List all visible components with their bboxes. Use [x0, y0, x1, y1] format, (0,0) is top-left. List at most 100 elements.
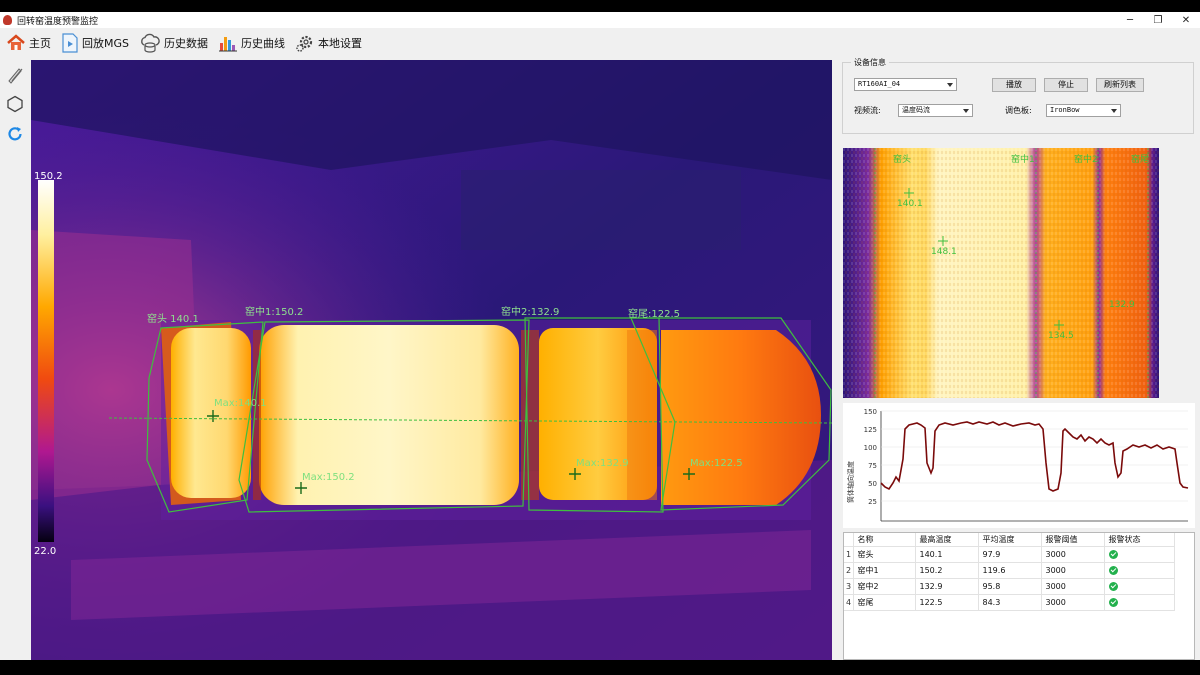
- stop-button[interactable]: 停止: [1044, 78, 1088, 92]
- kymograph-image: 窑头 窑中1 窑中2 窑尾 140.1 148.1 132.9 134.5: [843, 148, 1159, 398]
- toolbar-home-button[interactable]: 主页: [6, 31, 51, 55]
- toolbar-settings-button[interactable]: 本地设置: [295, 31, 362, 55]
- table-header-index: [844, 533, 854, 547]
- alarm-status-cell: [1104, 546, 1175, 563]
- row-number: 1: [844, 546, 854, 563]
- row-number: 3: [844, 578, 854, 595]
- cloud-database-icon: [141, 33, 160, 53]
- threshold-cell: 3000: [1041, 594, 1105, 611]
- y-tick-50: 50: [868, 480, 877, 488]
- axial-temperature-chart: 150 125 100 75 50 25 筒体轴向温度: [843, 403, 1195, 528]
- device-group-title: 设备信息: [851, 57, 889, 68]
- threshold-cell: 3000: [1041, 562, 1105, 579]
- max-label-mid2: Max:132.9: [576, 458, 629, 469]
- play-file-icon: [62, 33, 78, 53]
- thermal-camera-view[interactable]: 150.2 22.0 窑头 140.1 窑中1:150.2 窑中2:132.9 …: [31, 60, 832, 660]
- chevron-down-icon: [947, 83, 953, 87]
- device-info-group: 设备信息 RT160AI_04 播放 停止 刷新列表 视频流: 温度码流 调色板…: [842, 57, 1194, 134]
- zone-name-cell: 窑头: [853, 546, 916, 563]
- ruler-pencil-icon: [8, 68, 23, 84]
- kymo-zone-label-tail: 窑尾: [1131, 153, 1149, 165]
- toolbar-home-label: 主页: [29, 37, 51, 50]
- max-temp-cell: 122.5: [915, 594, 979, 611]
- max-label-tail: Max:122.5: [690, 458, 743, 469]
- table-row[interactable]: 2 窑中1 150.2 119.6 3000: [844, 562, 1175, 579]
- scale-min-label: 22.0: [34, 546, 56, 557]
- threshold-cell: 3000: [1041, 578, 1105, 595]
- row-number: 4: [844, 594, 854, 611]
- kymo-point-mid2: 132.9: [1109, 300, 1135, 310]
- max-label-mid1: Max:150.2: [302, 472, 355, 483]
- scale-max-label: 150.2: [34, 171, 63, 182]
- zone-label-head: 窑头 140.1: [147, 312, 199, 325]
- max-temp-cell: 132.9: [915, 578, 979, 595]
- axial-temperature-line: [880, 421, 1189, 492]
- bar-chart-icon: [219, 37, 237, 52]
- y-tick-100: 100: [864, 444, 877, 452]
- kymo-zone-label-mid1: 窑中1: [1011, 153, 1035, 165]
- y-tick-150: 150: [864, 408, 877, 416]
- y-tick-125: 125: [864, 426, 877, 434]
- table-header-max[interactable]: 最高温度: [915, 533, 979, 547]
- thermal-image: 150.2 22.0 窑头 140.1 窑中1:150.2 窑中2:132.9 …: [31, 60, 832, 660]
- left-tool-bar: [0, 60, 30, 660]
- avg-temp-cell: 95.8: [978, 578, 1042, 595]
- play-button[interactable]: 播放: [992, 78, 1036, 92]
- zone-name-cell: 窑中1: [853, 562, 916, 579]
- table-header-row: 名称 最高温度 平均温度 报警阈值 报警状态: [844, 533, 1175, 547]
- palette-select[interactable]: IronBow: [1046, 104, 1121, 117]
- window-title: 回转窑温度预警监控: [17, 16, 99, 27]
- zone-name-cell: 窑尾: [853, 594, 916, 611]
- alarm-status-cell: [1104, 578, 1175, 595]
- home-icon: [7, 34, 25, 50]
- kymo-zone-label-mid2: 窑中2: [1074, 153, 1098, 165]
- palette-label: 调色板:: [1005, 106, 1032, 115]
- table-header-status[interactable]: 报警状态: [1104, 533, 1175, 547]
- axial-temperature-plot: 150 125 100 75 50 25 筒体轴向温度: [846, 408, 1189, 522]
- close-button[interactable]: ✕: [1166, 12, 1200, 28]
- table-row[interactable]: 4 窑尾 122.5 84.3 3000: [844, 594, 1175, 611]
- device-select-value: RT160AI_04: [858, 80, 901, 88]
- stream-label: 视频流:: [854, 106, 881, 115]
- kymo-point-mid1: 148.1: [931, 247, 957, 257]
- table-row[interactable]: 1 窑头 140.1 97.9 3000: [844, 546, 1175, 563]
- device-select[interactable]: RT160AI_04: [854, 78, 957, 91]
- kymo-zone-label-head: 窑头: [893, 153, 911, 165]
- y-tick-75: 75: [868, 462, 877, 470]
- palette-select-value: IronBow: [1050, 106, 1080, 114]
- toolbar-history-curve-label: 历史曲线: [241, 37, 285, 50]
- threshold-cell: 3000: [1041, 546, 1105, 563]
- zone-label-mid1: 窑中1:150.2: [245, 305, 303, 318]
- measure-tool-button[interactable]: [5, 65, 25, 85]
- kiln-kymograph[interactable]: 窑头 窑中1 窑中2 窑尾 140.1 148.1 132.9 134.5: [843, 148, 1159, 398]
- app-logo-icon: [3, 15, 12, 25]
- y-axis-label: 筒体轴向温度: [846, 461, 855, 503]
- refresh-icon: [8, 127, 22, 141]
- toolbar-playback-button[interactable]: 回放MGS: [61, 31, 129, 55]
- kymo-point-tail: 134.5: [1048, 331, 1074, 341]
- refresh-list-button[interactable]: 刷新列表: [1096, 78, 1144, 92]
- table-header-avg[interactable]: 平均温度: [978, 533, 1042, 547]
- y-tick-25: 25: [868, 498, 877, 506]
- zone-label-tail: 窑尾:122.5: [628, 307, 680, 320]
- max-temp-cell: 150.2: [915, 562, 979, 579]
- alarm-status-cell: [1104, 562, 1175, 579]
- toolbar-history-curve-button[interactable]: 历史曲线: [218, 31, 285, 55]
- stream-select[interactable]: 温度码流: [898, 104, 973, 117]
- check-circle-icon: [1108, 581, 1118, 591]
- zone-temperature-table: 名称 最高温度 平均温度 报警阈值 报警状态 1 窑头 140.1 97.9 3…: [843, 532, 1195, 660]
- main-toolbar: 主页 回放MGS 历史数据 历史曲线 本地设置: [0, 30, 1200, 56]
- alarm-status-cell: [1104, 594, 1175, 611]
- toolbar-history-data-label: 历史数据: [164, 37, 208, 50]
- app-window: 回转窑温度预警监控 ─ ❐ ✕ 主页 回放MGS 历史数据 历史曲线 本地设置: [0, 12, 1200, 660]
- table-header-threshold[interactable]: 报警阈值: [1041, 533, 1105, 547]
- toolbar-history-data-button[interactable]: 历史数据: [139, 31, 208, 55]
- title-bar: 回转窑温度预警监控 ─ ❐ ✕: [0, 12, 1200, 28]
- zone-name-cell: 窑中2: [853, 578, 916, 595]
- avg-temp-cell: 84.3: [978, 594, 1042, 611]
- table-header-name[interactable]: 名称: [853, 533, 916, 547]
- polygon-tool-button[interactable]: [5, 94, 25, 114]
- refresh-tool-button[interactable]: [5, 124, 25, 144]
- table-row[interactable]: 3 窑中2 132.9 95.8 3000: [844, 578, 1175, 595]
- row-number: 2: [844, 562, 854, 579]
